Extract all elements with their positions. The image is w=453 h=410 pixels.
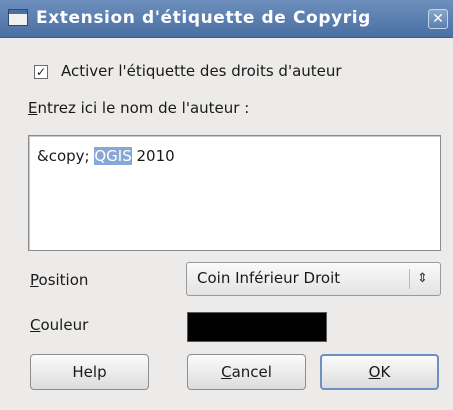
color-swatch-button[interactable] — [187, 312, 327, 342]
window-icon — [8, 9, 28, 26]
author-text-area[interactable]: &copy; QGIS 2010 — [28, 135, 441, 251]
enable-copyright-label[interactable]: Activer l'étiquette des droits d'auteur — [61, 62, 342, 80]
cancel-button[interactable]: Cancel — [187, 354, 306, 390]
author-prompt-text: ntrez ici le nom de l'auteur : — [37, 99, 250, 117]
position-label: Position — [30, 271, 88, 289]
window-title: Extension d'étiquette de Copyrig — [36, 8, 371, 28]
position-select-value: Coin Inférieur Droit — [197, 269, 341, 287]
author-text-before: &copy; — [37, 147, 95, 165]
close-button[interactable]: ✕ — [428, 9, 448, 29]
ok-button[interactable]: OK — [320, 354, 439, 390]
ok-mnemonic: O — [368, 363, 381, 381]
position-select-separator — [409, 269, 410, 289]
help-button[interactable]: Help — [30, 354, 149, 390]
color-label: Couleur — [30, 316, 88, 334]
author-prompt-label: Entrez ici le nom de l'auteur : — [28, 99, 249, 117]
position-label-text: osition — [38, 271, 89, 289]
ok-label: K — [380, 363, 391, 381]
position-select[interactable]: Coin Inférieur Droit ⇕ — [186, 262, 441, 296]
author-text-selection: QGIS — [94, 147, 132, 165]
chevron-up-down-icon: ⇕ — [417, 271, 428, 286]
enable-copyright-checkbox[interactable]: ✓ — [34, 65, 48, 79]
cancel-mnemonic: C — [221, 363, 232, 381]
author-text-line: &copy; QGIS 2010 — [37, 147, 175, 165]
title-bar[interactable]: Extension d'étiquette de Copyrig ✕ — [0, 0, 453, 38]
author-text-after: 2010 — [131, 147, 175, 165]
color-label-mnemonic: C — [30, 316, 41, 334]
position-label-mnemonic: P — [30, 271, 39, 289]
color-label-text: ouleur — [40, 316, 89, 334]
cancel-label: ancel — [231, 363, 272, 381]
